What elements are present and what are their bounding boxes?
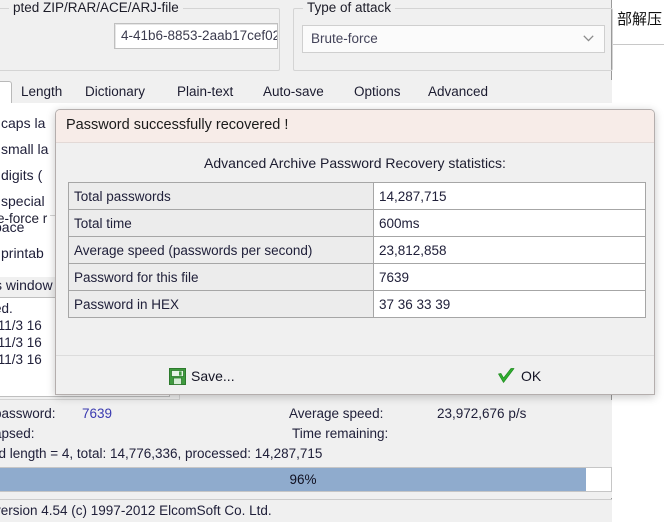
charset-option-space[interactable]: pace: [0, 219, 24, 235]
average-speed-value: 23,972,676 p/s: [437, 406, 527, 421]
table-row: Total time 600ms: [68, 209, 646, 237]
save-button[interactable]: Save...: [169, 362, 235, 390]
progress-bar: 96%: [0, 467, 612, 492]
stat-key: Total time: [68, 209, 374, 237]
version-text: version 4.54 (c) 1997-2012 ElcomSoft Co.…: [0, 503, 272, 518]
type-of-attack-value: Brute-force: [311, 31, 378, 46]
ok-button[interactable]: OK: [497, 362, 541, 390]
table-row: Password for this file 7639: [68, 263, 646, 291]
statistics-table: Total passwords 14,287,715 Total time 60…: [68, 182, 646, 318]
current-password-value: 7639: [82, 406, 113, 421]
version-status-bar: version 4.54 (c) 1997-2012 ElcomSoft Co.…: [0, 499, 612, 522]
time-elapsed-label: apsed:: [0, 426, 35, 441]
stat-value: 37 36 33 39: [373, 290, 646, 318]
charset-option-digits[interactable]: l digits (: [0, 167, 42, 183]
stat-key: Total passwords: [68, 182, 374, 210]
charset-option-printable[interactable]: l printab: [0, 245, 44, 261]
file-path-input[interactable]: 4-41b6-8853-2aab17cef02a\1D7.zip: [114, 23, 278, 49]
stat-key: Password for this file: [68, 263, 374, 291]
dialog-title: Password successfully recovered !: [66, 117, 289, 133]
green-check-icon: [498, 368, 515, 383]
tab-dictionary[interactable]: Dictionary: [78, 81, 152, 104]
floppy-save-icon: [169, 367, 186, 385]
table-row: Total passwords 14,287,715: [68, 182, 646, 210]
time-remaining-label: Time remaining:: [292, 426, 389, 441]
table-row: Average speed (passwords per second) 23,…: [68, 236, 646, 264]
tab-length[interactable]: Length: [14, 81, 69, 104]
charset-option-caps[interactable]: l caps la: [0, 115, 45, 131]
dialog-button-row: Save... OK: [56, 355, 654, 394]
save-button-label: Save...: [191, 368, 235, 384]
table-row: Password in HEX 37 36 33 39: [68, 290, 646, 318]
tab-options[interactable]: Options: [347, 81, 408, 104]
cjk-overlay-text: 部解压: [617, 10, 663, 28]
average-speed-label: Average speed:: [289, 406, 384, 421]
dialog-titlebar: Password successfully recovered !: [56, 110, 654, 143]
stat-key: Average speed (passwords per second): [68, 236, 374, 264]
stat-key: Password in HEX: [68, 290, 374, 318]
stat-value: 7639: [373, 263, 646, 291]
encrypted-file-group-label: pted ZIP/RAR/ACE/ARJ-file: [9, 0, 183, 15]
dialog-body: Advanced Archive Password Recovery stati…: [56, 143, 654, 394]
stat-value: 600ms: [373, 209, 646, 237]
progress-detail-line: rd length = 4, total: 14,776,336, proces…: [0, 446, 323, 461]
charset-option-small[interactable]: l small la: [0, 141, 48, 157]
status-window-group-label: s window: [0, 277, 56, 293]
tab-auto-save[interactable]: Auto-save: [256, 81, 331, 104]
tab-plain-text[interactable]: Plain-text: [170, 81, 240, 104]
tab-brute-force[interactable]: e: [0, 81, 12, 104]
progress-bar-label: 96%: [289, 472, 317, 487]
charset-option-special[interactable]: l special: [0, 193, 45, 209]
chevron-down-icon: [583, 35, 594, 42]
tab-advanced[interactable]: Advanced: [421, 81, 495, 104]
type-of-attack-dropdown[interactable]: Brute-force: [302, 25, 605, 53]
password-recovered-dialog: Password successfully recovered ! Advanc…: [55, 109, 655, 395]
stat-value: 23,812,858: [373, 236, 646, 264]
stat-value: 14,287,715: [373, 182, 646, 210]
current-password-label: password:: [0, 406, 56, 421]
ok-button-label: OK: [521, 368, 542, 384]
tab-strip: e Length Dictionary Plain-text Auto-save…: [0, 80, 612, 104]
statistics-heading: Advanced Archive Password Recovery stati…: [204, 155, 506, 171]
type-of-attack-group-label: Type of attack: [303, 0, 396, 15]
